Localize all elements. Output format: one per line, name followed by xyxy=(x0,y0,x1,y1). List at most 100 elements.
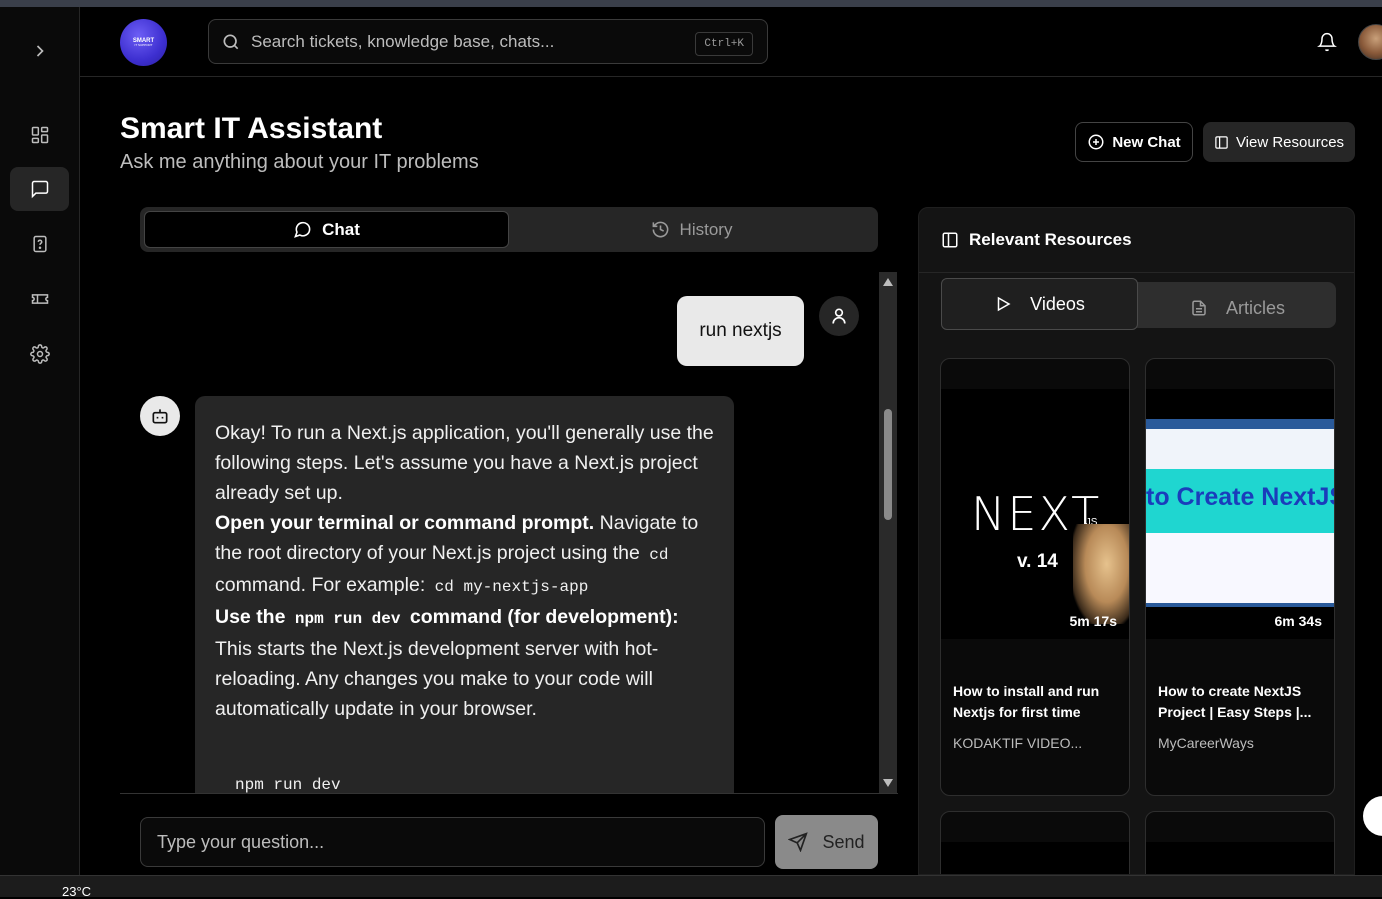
sidebar-item-dashboard[interactable] xyxy=(10,113,69,157)
message-square-icon xyxy=(31,180,48,199)
user-icon xyxy=(832,308,846,324)
video-thumbnail: NEXT .JS v. 14 5m 17s xyxy=(941,389,1129,639)
tab-history[interactable]: History xyxy=(509,211,874,248)
sidebar-item-settings[interactable] xyxy=(10,332,69,376)
sidebar-item-help[interactable] xyxy=(10,222,69,266)
global-search[interactable]: Ctrl+K xyxy=(208,19,768,64)
panel-icon xyxy=(1215,135,1228,149)
ticket-icon xyxy=(31,294,48,304)
tab-chat-label: Chat xyxy=(322,219,360,239)
bot-step-2: Use the npm run dev command (for develop… xyxy=(215,602,714,724)
page-title: Smart IT Assistant xyxy=(120,112,383,145)
inline-code-cd: cd xyxy=(649,546,669,564)
dashboard-icon xyxy=(31,126,48,144)
new-chat-button[interactable]: New Chat xyxy=(1075,122,1193,162)
gear-icon xyxy=(29,344,50,364)
bot-step-1-text-b: command. For example: xyxy=(215,574,431,596)
video-card-partial[interactable] xyxy=(1145,811,1335,874)
thumbnail-banner: to Create NextJS xyxy=(1146,469,1334,533)
view-resources-label: View Resources xyxy=(1235,133,1345,151)
inline-code-npm: npm run dev xyxy=(294,610,401,628)
bot-message: Okay! To run a Next.js application, you'… xyxy=(195,396,734,793)
code-block: npm run dev xyxy=(235,776,341,793)
resources-panel: Relevant Resources Videos Articles NEXT … xyxy=(918,207,1355,875)
browser-top-strip xyxy=(0,0,1382,7)
bot-step-2-text: This starts the Next.js development serv… xyxy=(215,638,659,720)
book-open-icon xyxy=(942,232,958,248)
search-icon xyxy=(223,34,239,49)
resources-title: Relevant Resources xyxy=(969,230,1132,249)
question-field[interactable] xyxy=(140,817,765,867)
play-icon xyxy=(997,296,1011,312)
video-thumbnail xyxy=(941,842,1129,874)
send-button[interactable]: Send xyxy=(775,815,878,869)
thumbnail-window-bar xyxy=(1146,419,1334,429)
chevron-right-icon xyxy=(36,45,44,57)
question-input[interactable] xyxy=(141,818,764,866)
bot-step-2-heading-b: command (for development): xyxy=(404,606,679,628)
sidebar-item-tickets[interactable] xyxy=(10,277,69,321)
os-taskbar: 23°C xyxy=(0,875,1382,899)
file-question-icon xyxy=(32,235,47,253)
thumbnail-edge xyxy=(1146,603,1334,607)
thumbnail-editor-bottom xyxy=(1146,533,1334,603)
bot-step-1: Open your terminal or command prompt. Na… xyxy=(215,508,714,602)
file-text-icon xyxy=(1192,300,1206,316)
bot-step-2-heading-a: Use the xyxy=(215,606,291,628)
tab-history-label: History xyxy=(679,219,733,239)
send-icon xyxy=(788,832,809,852)
video-thumbnail: to Create NextJS 6m 34s xyxy=(1146,389,1334,639)
bot-icon xyxy=(152,409,168,424)
thumbnail-text: to Create NextJS xyxy=(1146,483,1334,511)
tab-articles[interactable]: Articles xyxy=(1139,282,1336,334)
history-icon xyxy=(652,221,668,238)
chat-tabs: Chat History xyxy=(140,207,878,252)
search-input[interactable] xyxy=(251,31,671,52)
chat-messages[interactable]: run nextjs Okay! To run a Next.js applic… xyxy=(120,272,878,793)
expand-sidebar-button[interactable] xyxy=(10,29,69,73)
inline-code-cd-example: cd my-nextjs-app xyxy=(434,578,589,596)
bot-message-avatar xyxy=(140,396,180,436)
video-title[interactable]: How to install and run Nextjs for first … xyxy=(953,681,1121,723)
tab-videos-label: Videos xyxy=(1030,293,1085,314)
video-channel: MyCareerWays xyxy=(1158,735,1254,751)
sidebar xyxy=(0,7,80,875)
video-channel: KODAKTIF VIDEO... xyxy=(953,735,1083,751)
floating-help-button[interactable] xyxy=(1363,796,1382,836)
resources-header: Relevant Resources xyxy=(919,208,1354,273)
video-duration: 6m 34s xyxy=(1274,613,1322,629)
user-message: run nextjs xyxy=(677,296,804,366)
thumbnail-hand-image xyxy=(1073,524,1129,624)
scroll-down-arrow[interactable] xyxy=(883,779,893,787)
video-thumbnail xyxy=(1146,842,1334,874)
scroll-up-arrow[interactable] xyxy=(883,278,893,286)
message-circle-icon xyxy=(294,221,311,238)
user-message-text: run nextjs xyxy=(699,320,782,341)
user-message-avatar xyxy=(819,296,859,336)
video-title[interactable]: How to create NextJS Project | Easy Step… xyxy=(1158,681,1326,723)
video-card-partial[interactable] xyxy=(940,811,1130,874)
video-duration: 5m 17s xyxy=(1069,613,1117,629)
bell-icon[interactable] xyxy=(1317,31,1337,53)
new-chat-label: New Chat xyxy=(1112,133,1181,151)
tab-chat[interactable]: Chat xyxy=(144,211,509,248)
app-logo[interactable]: SMART IT SUPPORT xyxy=(120,19,167,66)
chat-scrollbar[interactable] xyxy=(879,272,897,793)
video-card[interactable]: to Create NextJS 6m 34s How to create Ne… xyxy=(1145,358,1335,796)
scroll-thumb[interactable] xyxy=(884,409,892,520)
bot-step-1-heading: Open your terminal or command prompt. xyxy=(215,512,595,534)
thumbnail-version: v. 14 xyxy=(1017,551,1058,572)
tab-videos[interactable]: Videos xyxy=(941,278,1138,330)
bot-intro: Okay! To run a Next.js application, you'… xyxy=(215,422,714,504)
video-card[interactable]: NEXT .JS v. 14 5m 17s How to install and… xyxy=(940,358,1130,796)
logo-subtext: IT SUPPORT xyxy=(134,43,153,48)
page-subtitle: Ask me anything about your IT problems xyxy=(120,151,479,173)
view-resources-button[interactable]: View Resources xyxy=(1203,122,1355,162)
send-label: Send xyxy=(822,831,865,852)
search-shortcut-hint: Ctrl+K xyxy=(695,32,753,56)
sidebar-item-chat[interactable] xyxy=(10,167,69,211)
user-avatar[interactable] xyxy=(1358,24,1382,60)
plus-circle-icon xyxy=(1088,134,1104,150)
top-header: SMART IT SUPPORT Ctrl+K xyxy=(80,7,1382,77)
chat-divider xyxy=(120,793,898,794)
